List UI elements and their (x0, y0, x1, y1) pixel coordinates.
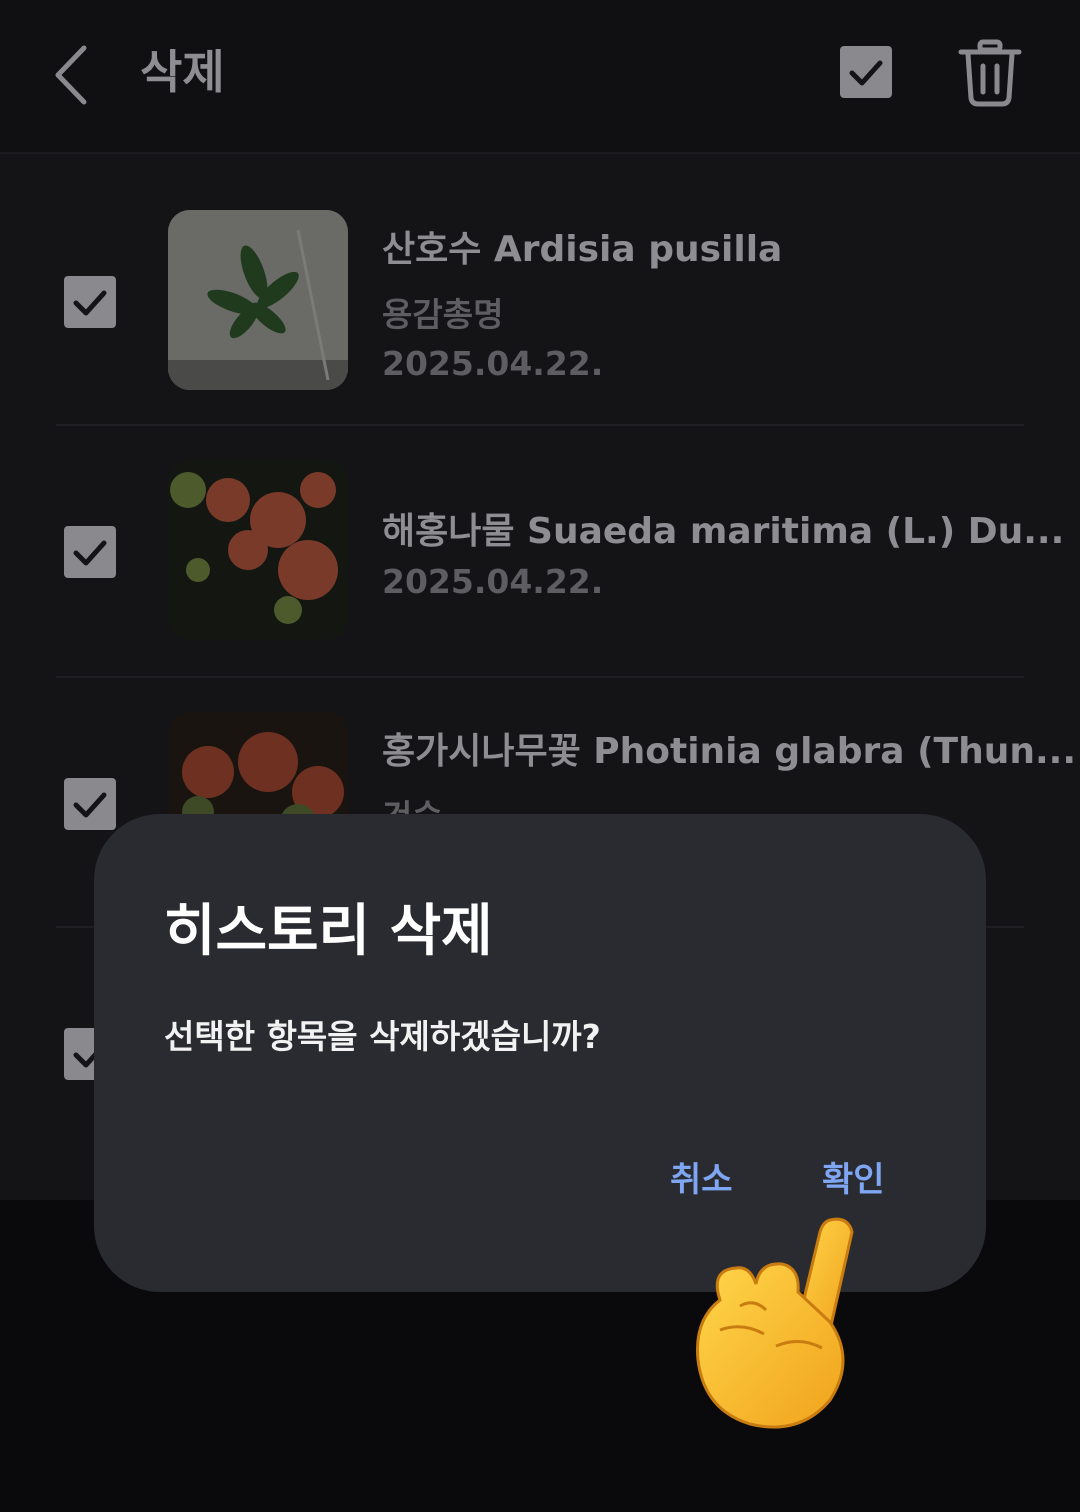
trash-icon[interactable] (958, 38, 1022, 108)
item-name: 홍가시나무꽃 Photinia glabra (Thun... (382, 731, 1077, 772)
chevron-left-icon[interactable] (50, 40, 100, 110)
list-item[interactable]: 해홍나물 Suaeda maritima (L.) Du... 2025.04.… (0, 426, 1080, 676)
confirm-button[interactable]: 확인 (822, 1152, 885, 1201)
row-checkbox[interactable] (64, 778, 116, 830)
checkmark-icon (73, 792, 107, 818)
row-checkbox[interactable] (64, 276, 116, 328)
dialog-message: 선택한 항목을 삭제하겠습니까? (164, 1017, 601, 1056)
row-checkbox[interactable] (64, 526, 116, 578)
checkmark-icon (73, 540, 107, 566)
item-subtitle: 용감총명 (382, 295, 504, 334)
top-app-bar: 삭제 (0, 0, 1080, 154)
checkmark-icon (73, 290, 107, 316)
checkmark-icon (849, 60, 883, 86)
page-title: 삭제 (140, 45, 225, 99)
item-name: 해홍나물 Suaeda maritima (L.) Du... (382, 511, 1065, 552)
pointing-hand-icon (680, 1210, 880, 1440)
plant-thumbnail (168, 460, 348, 640)
cancel-button[interactable]: 취소 (670, 1152, 733, 1201)
item-date: 2025.04.22. (382, 344, 604, 383)
dialog-title: 히스토리 삭제 (164, 899, 493, 964)
item-date: 2025.04.22. (382, 562, 604, 601)
plant-thumbnail (168, 210, 348, 390)
item-name: 산호수 Ardisia pusilla (382, 229, 783, 270)
list-item[interactable]: 산호수 Ardisia pusilla 용감총명 2025.04.22. (0, 176, 1080, 426)
select-all-checkbox[interactable] (840, 46, 892, 98)
